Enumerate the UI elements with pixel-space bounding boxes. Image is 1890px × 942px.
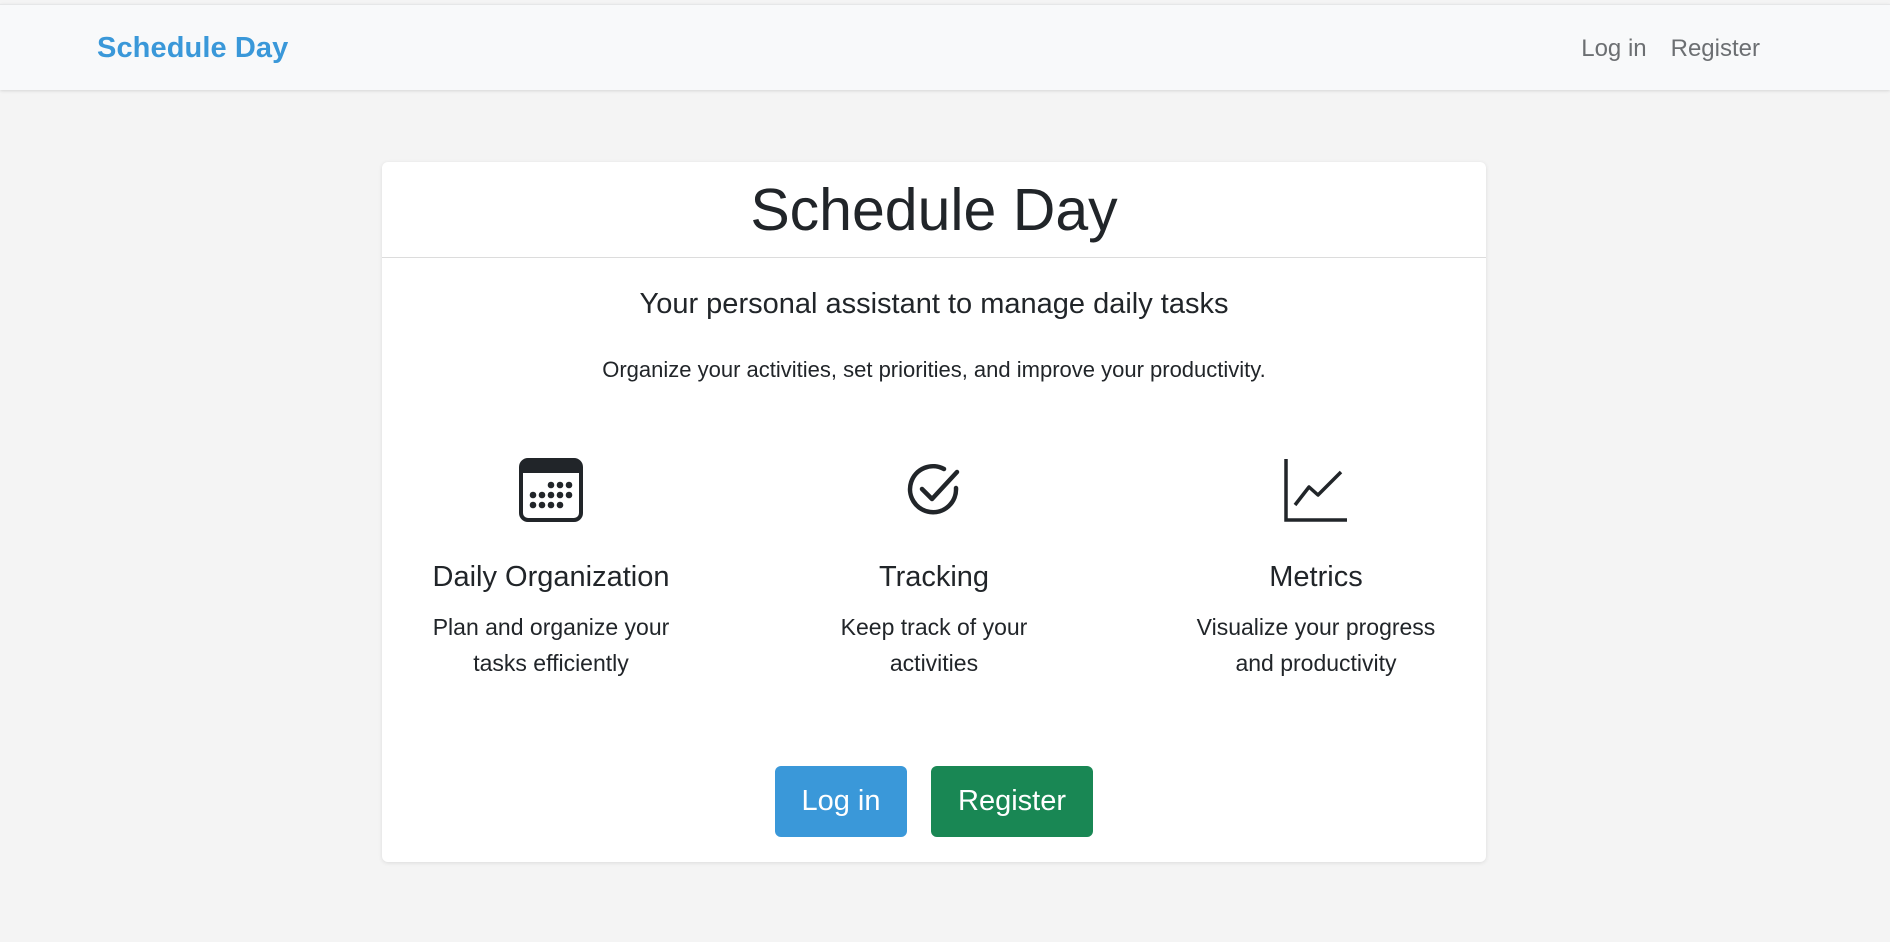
feature-daily-organization: Daily Organization Plan and organize you… — [401, 457, 701, 681]
tagline: Your personal assistant to manage daily … — [639, 288, 1229, 320]
feature-tracking: Tracking Keep track of your activities — [784, 457, 1084, 681]
card-header: Schedule Day — [382, 162, 1486, 258]
nav-login-link[interactable]: Log in — [1581, 35, 1646, 63]
check-circle-icon — [901, 457, 967, 523]
feature-metrics: Metrics Visualize your progress and prod… — [1166, 457, 1466, 681]
login-button[interactable]: Log in — [775, 766, 907, 837]
nav-links: Log in Register — [1581, 35, 1760, 63]
feature-title: Tracking — [878, 561, 990, 593]
feature-description: Plan and organize your tasks efficiently — [432, 614, 670, 676]
feature-title: Daily Organization — [432, 561, 670, 593]
nav-register-link[interactable]: Register — [1671, 35, 1760, 63]
graph-up-icon — [1283, 457, 1349, 523]
brand-logo-link[interactable]: Schedule Day — [97, 32, 288, 65]
top-navbar: Schedule Day Log in Register — [0, 4, 1890, 90]
action-buttons: Log in Register — [382, 766, 1486, 837]
feature-title: Metrics — [1269, 561, 1363, 593]
feature-description: Keep track of your activities — [840, 614, 1028, 676]
register-button[interactable]: Register — [931, 766, 1093, 837]
welcome-card: Schedule Day Your personal assistant to … — [382, 162, 1486, 862]
feature-description: Visualize your progress and productivity — [1196, 614, 1436, 676]
description: Organize your activities, set priorities… — [602, 357, 1266, 382]
page-title: Schedule Day — [750, 176, 1118, 243]
calendar-icon — [518, 457, 584, 523]
